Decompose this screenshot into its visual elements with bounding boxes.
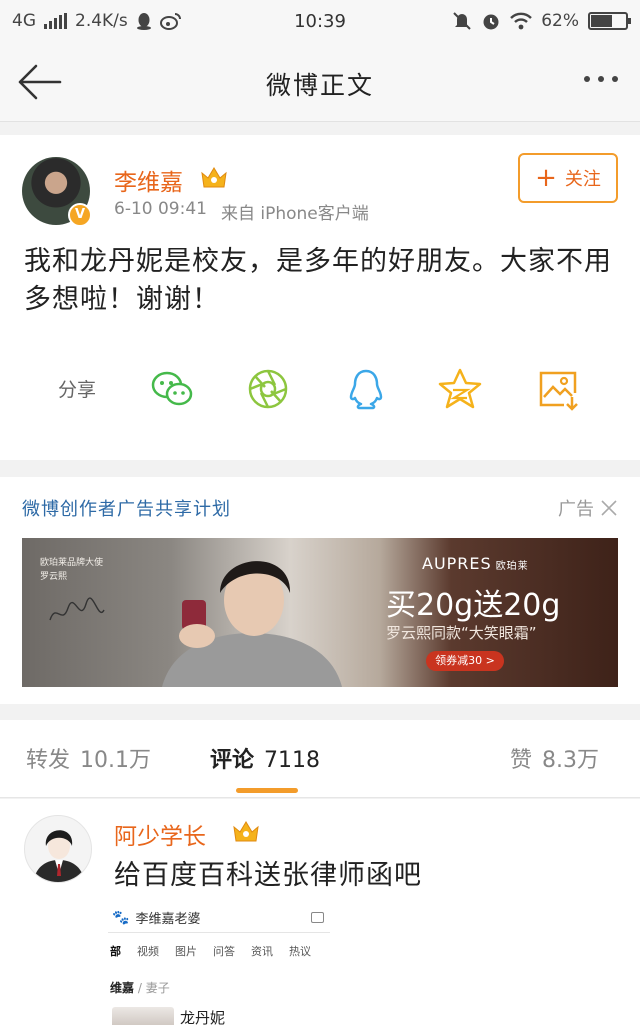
- battery-icon: [588, 12, 631, 30]
- ad-brand-name-cn: 欧珀莱: [495, 561, 529, 572]
- weibo-notification-icon: [159, 13, 181, 30]
- post-meta: 6-10 09:41 来自 iPhone客户端: [114, 199, 369, 224]
- active-tab-indicator: [236, 788, 298, 793]
- screenshot-tab: 问答: [213, 945, 235, 958]
- share-row: 分享: [0, 361, 640, 421]
- share-label: 分享: [58, 379, 97, 401]
- ad-label[interactable]: 广告: [558, 495, 618, 521]
- network-speed: 2.4K/s: [75, 11, 128, 31]
- commenter-name[interactable]: 阿少学长: [114, 817, 206, 851]
- navigation-bar: 微博正文: [0, 42, 640, 122]
- clock: 10:39: [294, 10, 346, 32]
- signal-icon: [44, 13, 67, 29]
- like-count: 8.3万: [542, 748, 600, 773]
- commenter-avatar-image: [33, 830, 85, 882]
- member-crown-icon: [201, 167, 227, 188]
- alarm-icon: [483, 14, 499, 30]
- commenter-avatar[interactable]: [24, 815, 92, 883]
- baidu-paw-icon: 🐾: [112, 909, 130, 926]
- post-date: 6-10 09:41: [114, 199, 207, 219]
- wechat-icon[interactable]: [148, 365, 196, 413]
- ad-coupon-button[interactable]: 领券减30 >: [426, 651, 504, 671]
- status-bar: 4G 2.4K/s 10:39 62%: [0, 0, 640, 42]
- camera-icon: [311, 912, 324, 923]
- follow-button[interactable]: + 关注: [518, 153, 618, 203]
- tab-reposts[interactable]: 转发 10.1万: [26, 742, 151, 774]
- screenshot-tab: 部: [110, 945, 121, 958]
- ad-banner[interactable]: 欧珀莱品牌大使 罗云熙 AUPRES 欧珀莱 买20g送20g 罗云熙同款“大笑…: [22, 538, 618, 687]
- ad-tag-text: 广告: [558, 499, 594, 520]
- weibo-post: V 李维嘉 6-10 09:41 来自 iPhone客户端 + 关注 我和龙丹妮…: [0, 135, 640, 460]
- ad-card: 微博创作者广告共享计划 广告 欧珀莱品牌大使 罗云熙 AUPRES 欧珀莱 买2…: [0, 477, 640, 704]
- ad-subline: 罗云熙同款“大笑眼霜”: [386, 624, 537, 642]
- author-name[interactable]: 李维嘉: [114, 163, 183, 197]
- qzone-icon[interactable]: [436, 365, 484, 413]
- screenshot-relation: 维嘉 / 妻子: [110, 979, 170, 996]
- screenshot-person-name: 龙丹妮: [180, 1009, 226, 1025]
- screenshot-relation-name: 维嘉: [110, 981, 135, 995]
- tab-likes[interactable]: 赞 8.3万: [510, 742, 599, 774]
- repost-count: 10.1万: [80, 748, 152, 773]
- like-label: 赞: [510, 748, 533, 773]
- screenshot-search-bar: 🐾 李维嘉老婆: [108, 903, 330, 933]
- verified-badge-icon: V: [68, 203, 92, 227]
- tab-comments[interactable]: 评论 7118: [210, 742, 320, 774]
- plus-icon: +: [535, 163, 557, 193]
- ad-headline: 买20g送20g: [386, 588, 561, 623]
- page-title: 微博正文: [265, 71, 374, 100]
- signature-image: [49, 597, 105, 621]
- post-text: 我和龙丹妮是校友，是多年的好朋友。大家不用多想啦！谢谢！: [24, 246, 612, 315]
- repost-label: 转发: [26, 748, 71, 773]
- model-photo: [162, 561, 342, 687]
- save-image-icon[interactable]: [534, 365, 582, 413]
- ad-brand: AUPRES 欧珀莱: [422, 554, 529, 573]
- ad-brand-name: AUPRES: [422, 554, 492, 573]
- moments-icon[interactable]: [244, 365, 292, 413]
- more-options-icon[interactable]: [580, 72, 622, 86]
- interaction-tabs: 转发 10.1万 评论 7118 赞 8.3万: [0, 720, 640, 798]
- comment-image[interactable]: 🐾 李维嘉老婆 部 视频 图片 问答 资讯 热议 维嘉 / 妻子 龙丹妮: [108, 903, 330, 1025]
- author-avatar[interactable]: V: [22, 157, 92, 227]
- battery-percent: 62%: [541, 11, 579, 31]
- screenshot-tab: 图片: [175, 945, 197, 958]
- ad-program-title[interactable]: 微博创作者广告共享计划: [22, 495, 231, 521]
- screenshot-relation-type: / 妻子: [137, 981, 170, 995]
- ad-ambassador-text: 欧珀莱品牌大使 罗云熙: [40, 556, 103, 584]
- screenshot-tab: 热议: [289, 945, 311, 958]
- close-icon[interactable]: [600, 499, 618, 517]
- qq-notification-icon: [136, 13, 151, 30]
- ad-ambassador-title: 欧珀莱品牌大使: [40, 558, 104, 568]
- screenshot-tab: 视频: [137, 945, 159, 958]
- comment-label: 评论: [210, 748, 255, 773]
- screenshot-tab: 资讯: [251, 945, 273, 958]
- comment-count: 7118: [264, 748, 321, 773]
- ad-ambassador-name: 罗云熙: [40, 572, 68, 582]
- comment-item: 阿少学长 给百度百科送张律师函吧 🐾 李维嘉老婆 部 视频 图片 问答 资讯 热…: [0, 799, 640, 1025]
- post-source: 来自 iPhone客户端: [220, 204, 369, 224]
- follow-label: 关注: [564, 169, 601, 190]
- wifi-icon: [510, 12, 533, 30]
- comment-text: 给百度百科送张律师函吧: [114, 860, 422, 891]
- qq-icon[interactable]: [342, 365, 390, 413]
- screenshot-person-thumbnail: [112, 1007, 174, 1025]
- screenshot-tabs: 部 视频 图片 问答 资讯 热议: [110, 943, 311, 959]
- network-type: 4G: [12, 11, 36, 31]
- screenshot-search-text: 李维嘉老婆: [135, 912, 201, 927]
- member-crown-icon: [233, 821, 259, 842]
- mute-icon: [453, 12, 471, 30]
